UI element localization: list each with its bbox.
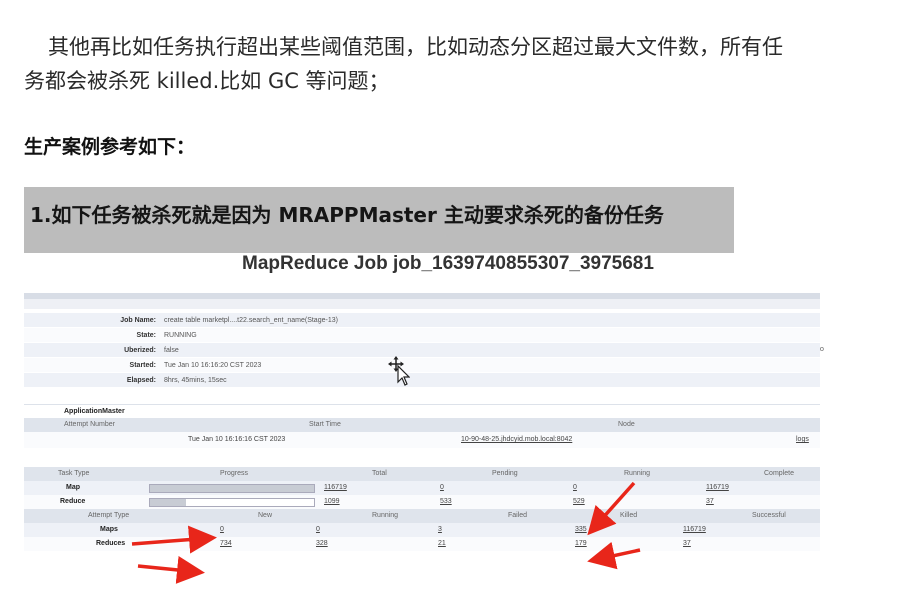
application-master-table: ApplicationMaster Attempt Number Start T…	[24, 404, 820, 448]
highlight-banner: 1.如下任务被杀死就是因为 MRAPPMaster 主动要求杀死的备份任务	[24, 187, 734, 253]
attempt-row-reduces: Reduces 734 328 21 179 37	[24, 537, 820, 551]
job-screenshot: MapReduce Job job_1639740855307_3975681 …	[24, 253, 824, 593]
reduces-running-link[interactable]: 328	[316, 537, 328, 551]
job-overview-header: Jo	[24, 299, 824, 353]
maps-running-link[interactable]: 0	[316, 523, 320, 537]
reduce-pending-link[interactable]: 533	[440, 495, 452, 509]
application-master-title: ApplicationMaster	[24, 404, 820, 418]
maps-successful-link[interactable]: 116719	[683, 523, 706, 537]
attempt-row-maps: Maps 0 0 3 335 116719	[24, 523, 820, 537]
info-row-started: Started: Tue Jan 10 16:16:20 CST 2023	[24, 358, 820, 373]
application-master-row: Tue Jan 10 16:16:16 CST 2023 10-90-48-25…	[24, 432, 820, 448]
map-running-link[interactable]: 0	[573, 481, 577, 495]
section-heading: 生产案例参考如下：	[24, 136, 196, 158]
node-link[interactable]: 10-90-48-25.jhdcyid.mob.local:8042	[461, 432, 572, 448]
reduces-successful-link[interactable]: 37	[683, 537, 691, 551]
task-row-reduce: Reduce 1099 533 529 37	[24, 495, 820, 509]
reduce-running-link[interactable]: 529	[573, 495, 585, 509]
move-cursor-icon	[388, 356, 410, 386]
reduce-complete-link[interactable]: 37	[706, 495, 714, 509]
logs-link[interactable]: logs	[796, 432, 809, 448]
map-progress-bar	[149, 484, 315, 493]
map-complete-link[interactable]: 116719	[706, 481, 729, 495]
maps-killed-link[interactable]: 335	[575, 523, 587, 537]
task-row-map: Map 116719 0 0 116719	[24, 481, 820, 495]
banner-heading: 1.如下任务被杀死就是因为 MRAPPMaster 主动要求杀死的备份任务	[30, 203, 664, 227]
reduce-progress-bar	[149, 498, 315, 507]
job-title: MapReduce Job job_1639740855307_3975681	[242, 253, 654, 274]
info-row-state: State: RUNNING	[24, 328, 820, 343]
paragraph-line-2: 务都会被杀死 killed.比如 GC 等问题；	[24, 69, 390, 93]
info-row-job-name: Job Name: create table marketpl....t22.s…	[24, 313, 820, 328]
reduce-total-link[interactable]: 1099	[324, 495, 340, 509]
reduces-new-link[interactable]: 734	[220, 537, 232, 551]
task-table-header: Task Type Progress Total Pending Running…	[24, 467, 820, 481]
task-table: Task Type Progress Total Pending Running…	[24, 467, 820, 551]
map-pending-link[interactable]: 0	[440, 481, 444, 495]
info-row-elapsed: Elapsed: 8hrs, 45mins, 15sec	[24, 373, 820, 388]
job-info-table: Job Name: create table marketpl....t22.s…	[24, 313, 820, 388]
paragraph-line-1: 其他再比如任务执行超出某些阈值范围，比如动态分区超过最大文件数，所有任	[48, 35, 783, 59]
attempt-table-header: Attempt Type New Running Failed Killed S…	[24, 509, 820, 523]
maps-new-link[interactable]: 0	[220, 523, 224, 537]
maps-failed-link[interactable]: 3	[438, 523, 442, 537]
application-master-header: Attempt Number Start Time Node	[24, 418, 820, 432]
reduces-killed-link[interactable]: 179	[575, 537, 587, 551]
map-total-link[interactable]: 116719	[324, 481, 347, 495]
intro-paragraph: 其他再比如任务执行超出某些阈值范围，比如动态分区超过最大文件数，所有任 务都会被…	[24, 30, 894, 98]
reduces-failed-link[interactable]: 21	[438, 537, 446, 551]
info-row-uberized: Uberized: false	[24, 343, 820, 358]
